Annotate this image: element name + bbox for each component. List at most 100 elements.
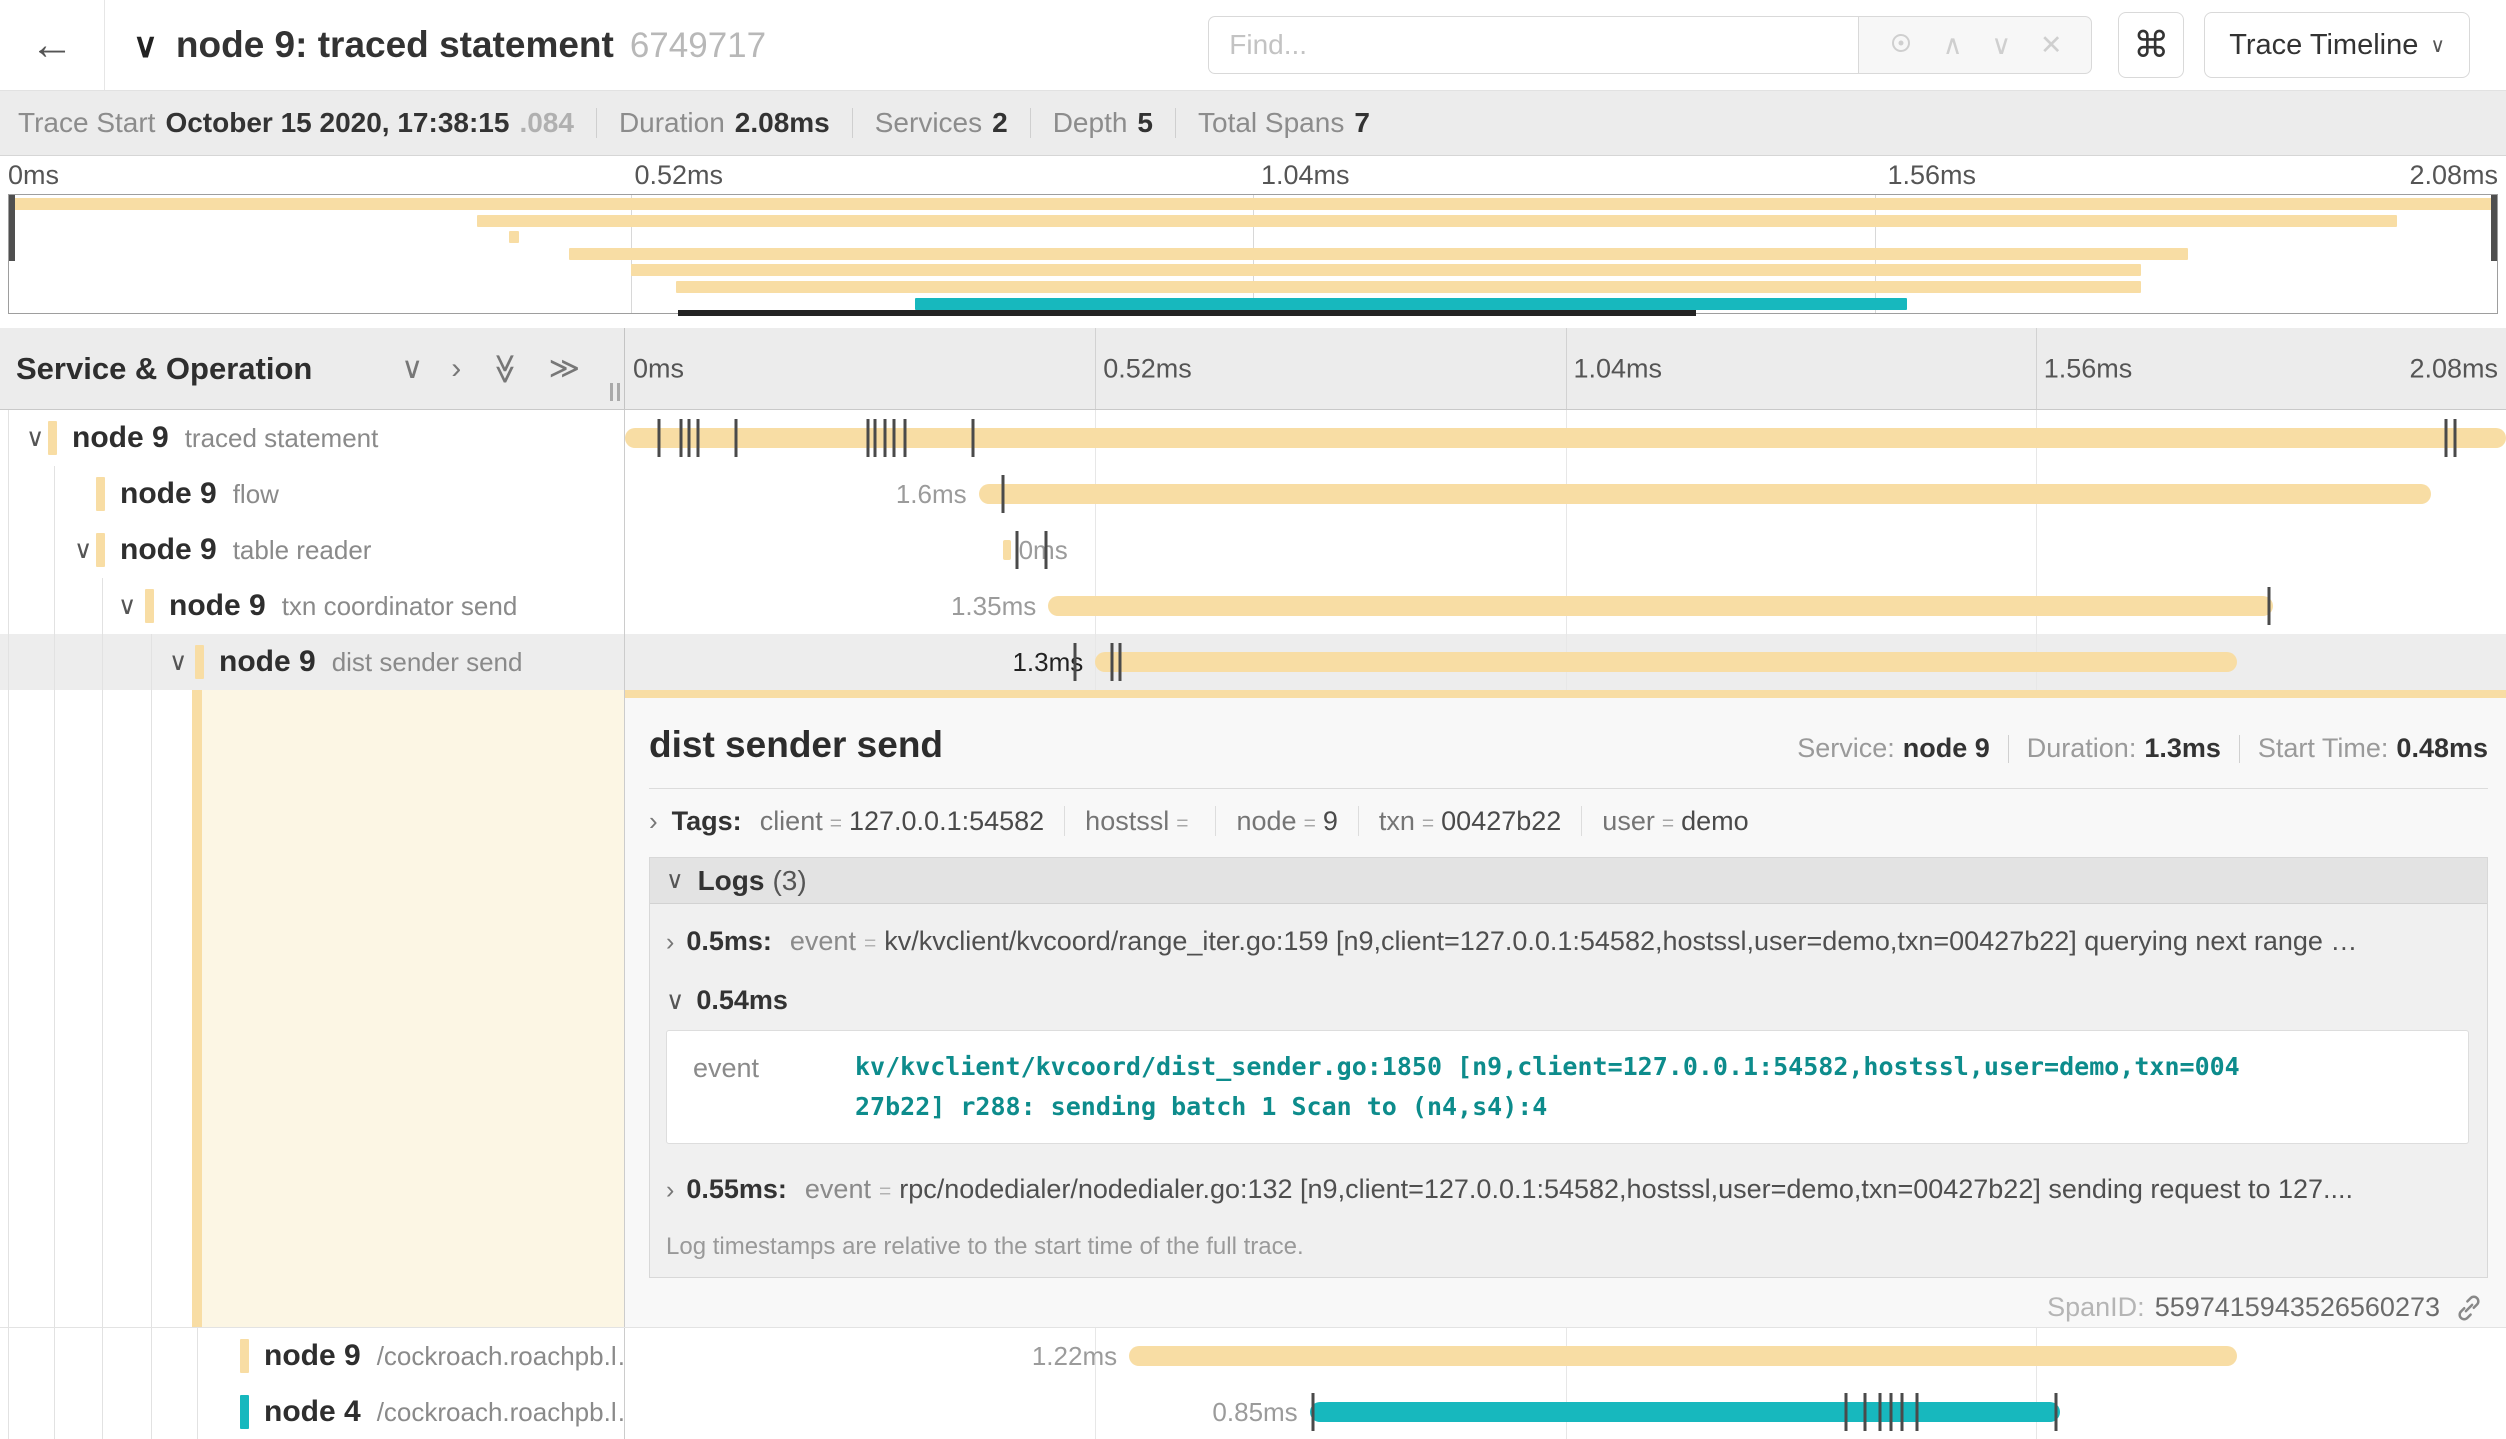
find-input[interactable] <box>1208 16 1858 74</box>
span-timeline-cell[interactable]: 1.6ms <box>625 466 2506 522</box>
span-bar[interactable] <box>1095 652 2237 672</box>
span-row[interactable]: ∨node 9traced statement <box>0 410 2506 466</box>
collapse-all-icon[interactable]: ≫ <box>490 353 520 384</box>
log-event-detail-box: event kv/kvclient/kvcoord/dist_sender.go… <box>666 1030 2469 1144</box>
trace-view-select[interactable]: Trace Timeline ∨ <box>2204 12 2470 78</box>
log-entry-toggle[interactable]: ∨ 0.54ms <box>650 975 2487 1016</box>
span-row[interactable]: ∨ node 9dist sender send 1.3ms <box>0 634 2506 690</box>
span-row[interactable]: ∨node 9txn coordinator send 1.35ms <box>0 578 2506 634</box>
span-bar[interactable] <box>1048 596 2273 616</box>
span-id-label: SpanID: <box>2047 1292 2145 1323</box>
timeline-axis-tick: 0.52ms <box>1103 353 1192 384</box>
minimap-axis-tick: 1.04ms <box>1261 160 1350 191</box>
timeline-axis-tick: 2.08ms <box>2409 353 2498 384</box>
operation-name: traced statement <box>185 423 379 453</box>
span-row-text: node 9dist sender send <box>219 634 522 690</box>
service-meta-label: Service: <box>1797 733 1895 764</box>
timeline-gridline <box>1095 522 1096 578</box>
span-timeline-cell[interactable]: 0.85ms <box>625 1384 2506 1439</box>
minimap-scrubber-left[interactable] <box>9 195 15 261</box>
span-timeline-cell[interactable]: 0ms <box>625 522 2506 578</box>
span-tree-cell[interactable]: ∨node 9txn coordinator send <box>0 578 625 634</box>
deep-link-icon[interactable] <box>2454 1293 2484 1323</box>
tag-item: client=127.0.0.1:54582 <box>760 806 1044 837</box>
indent-guide <box>102 634 103 690</box>
log-marker-tick <box>680 419 683 457</box>
log-key: event <box>805 1174 871 1205</box>
span-bar[interactable] <box>1003 540 1011 560</box>
span-bar[interactable] <box>625 428 2506 448</box>
span-timeline-cell[interactable] <box>625 410 2506 466</box>
duration-meta-value: 1.3ms <box>2144 733 2221 764</box>
trace-start-label: Trace Start <box>18 107 155 139</box>
span-row[interactable]: node 4/cockroach.roachpb.l…0.85ms <box>0 1384 2506 1439</box>
chevron-down-icon[interactable]: ∨ <box>118 578 136 634</box>
chevron-down-icon[interactable]: ∨ <box>169 634 187 690</box>
span-tree-cell[interactable]: ∨node 9table reader <box>0 522 625 578</box>
span-bar[interactable] <box>1129 1346 2237 1366</box>
indent-guide <box>8 466 9 522</box>
duration-label: Duration <box>619 107 725 139</box>
expand-one-icon[interactable]: › <box>451 354 461 384</box>
span-duration-label: 1.35ms <box>951 578 1036 634</box>
chevron-down-icon[interactable]: ∨ <box>26 410 44 466</box>
service-color-chip <box>96 477 105 511</box>
span-tree-cell[interactable]: ∨node 9traced statement <box>0 410 625 466</box>
indent-guide <box>54 522 55 578</box>
collapse-one-icon[interactable]: ∨ <box>401 354 423 384</box>
locate-icon[interactable] <box>1888 30 1914 61</box>
span-duration-label: 1.6ms <box>896 466 967 522</box>
span-tree-cell[interactable]: node 4/cockroach.roachpb.l… <box>0 1384 625 1439</box>
tags-label: Tags: <box>672 806 742 837</box>
span-accent-column <box>192 690 202 1327</box>
log-marker-tick <box>1916 1393 1919 1431</box>
title-collapse-chevron-icon[interactable]: ∨ <box>133 26 158 66</box>
span-duration-label: 0ms <box>1019 522 1068 578</box>
service-name: node 4 <box>264 1395 361 1428</box>
column-resizer[interactable] <box>610 383 620 401</box>
span-timeline-cell[interactable]: 1.35ms <box>625 578 2506 634</box>
span-timeline-cell[interactable]: 1.22ms <box>625 1328 2506 1384</box>
indent-guide <box>102 1384 103 1439</box>
minimap-span-bar <box>477 215 2398 227</box>
minimap-span-bar <box>509 231 519 243</box>
back-button[interactable]: ← <box>0 0 105 90</box>
span-row[interactable]: ∨node 9table reader 0ms <box>0 522 2506 578</box>
service-color-chip <box>240 1339 249 1373</box>
tag-separator <box>1358 806 1359 836</box>
span-bar[interactable] <box>1310 1402 2061 1422</box>
trace-info-bar: Trace Start October 15 2020, 17:38:15 .0… <box>0 90 2506 156</box>
span-tree-cell[interactable]: node 9/cockroach.roachpb.l… <box>0 1328 625 1384</box>
log-marker-tick <box>697 419 700 457</box>
tag-key: txn <box>1379 806 1415 837</box>
minimap-canvas[interactable] <box>8 194 2498 314</box>
trace-start-value: October 15 2020, 17:38:15 <box>165 107 509 139</box>
span-row[interactable]: node 9flow 1.6ms <box>0 466 2506 522</box>
find-clear-icon[interactable]: ✕ <box>2040 32 2063 59</box>
span-timeline-cell[interactable]: 1.3ms <box>625 634 2506 690</box>
log-entry-toggle[interactable]: › 0.55ms: event = rpc/nodedialer/nodedia… <box>650 1160 2487 1223</box>
timeline-gridline <box>1095 328 1096 409</box>
logs-accordion-toggle[interactable]: ∨ Logs (3) <box>650 858 2487 904</box>
logs-count: (3) <box>772 865 806 897</box>
span-tree-cell[interactable]: ∨ node 9dist sender send <box>0 634 625 690</box>
find-next-icon[interactable]: ∨ <box>1991 32 2011 59</box>
tag-key: node <box>1236 806 1296 837</box>
operation-name: dist sender send <box>332 647 523 677</box>
log-key: event <box>667 1047 855 1127</box>
span-tree-cell[interactable]: node 9flow <box>0 466 625 522</box>
chevron-down-icon[interactable]: ∨ <box>74 522 92 578</box>
span-row[interactable]: node 9/cockroach.roachpb.l…1.22ms <box>0 1328 2506 1384</box>
tags-accordion-toggle[interactable]: › Tags: client=127.0.0.1:54582hostssl=no… <box>649 797 2488 845</box>
expand-all-icon[interactable]: ≫ <box>549 354 580 384</box>
log-marker-tick <box>1111 643 1114 681</box>
span-bar[interactable] <box>979 484 2431 504</box>
find-prev-icon[interactable]: ∧ <box>1943 32 1963 59</box>
duration-meta-label: Duration: <box>2027 733 2137 764</box>
tag-item: user=demo <box>1602 806 1748 837</box>
chevron-down-icon: ∨ <box>2430 33 2445 58</box>
minimap-scrubber-right[interactable] <box>2491 195 2497 261</box>
keyboard-shortcuts-button[interactable]: ⌘ <box>2118 12 2184 78</box>
log-marker-tick <box>1045 531 1048 569</box>
log-entry-toggle[interactable]: › 0.5ms: event = kv/kvclient/kvcoord/ran… <box>650 904 2487 975</box>
